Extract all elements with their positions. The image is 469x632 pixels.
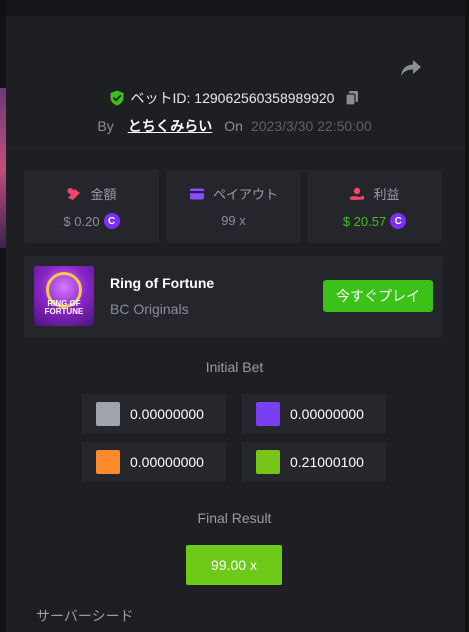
initial-bet-value: 0.00000000 xyxy=(130,454,204,470)
game-thumbnail-text: RING OF FORTUNE xyxy=(44,299,84,316)
game-thumbnail[interactable]: RING OF FORTUNE xyxy=(34,266,94,326)
initial-bet-value: 0.00000000 xyxy=(290,406,364,422)
payout-card-icon xyxy=(189,188,204,199)
coin-icon: C xyxy=(390,213,407,229)
username-link[interactable]: とちくみらい xyxy=(128,116,213,136)
initial-bet-cell: 0.00000000 xyxy=(82,394,226,434)
divider xyxy=(6,148,465,149)
share-icon[interactable] xyxy=(399,58,423,78)
by-label: By xyxy=(97,118,114,134)
server-seed-label: サーバーシード xyxy=(36,608,134,624)
bet-id-row: ベットID: 129062560358989920 xyxy=(0,88,469,108)
game-title[interactable]: Ring of Fortune xyxy=(110,275,214,291)
initial-bet-value: 0.00000000 xyxy=(130,406,204,422)
stat-payout-value: 99 x xyxy=(221,213,246,228)
stat-payout-label: ペイアウト xyxy=(212,187,278,202)
stat-payout: ペイアウト 99 x xyxy=(166,170,301,243)
stat-profit-label: 利益 xyxy=(373,187,400,202)
initial-bet-cell: 0.00000000 xyxy=(82,442,226,482)
initial-bet-cell: 0.21000100 xyxy=(242,442,386,482)
on-label: On xyxy=(224,118,243,134)
game-card: RING OF FORTUNE Ring of Fortune BC Origi… xyxy=(24,256,443,338)
bet-color-swatch xyxy=(256,450,280,474)
final-result-badge: 99.00 x xyxy=(186,545,282,585)
bet-id-label: ベットID: 129062560358989920 xyxy=(130,90,335,106)
coin-icon: C xyxy=(103,213,120,229)
bet-color-swatch xyxy=(256,402,280,426)
game-provider: BC Originals xyxy=(110,301,189,317)
initial-bet-title: Initial Bet xyxy=(205,359,264,375)
bet-datetime: 2023/3/30 22:50:00 xyxy=(250,118,372,134)
final-result-title: Final Result xyxy=(197,510,272,526)
stat-amount-value: $ 0.20 xyxy=(63,213,100,229)
panel-top-bar xyxy=(6,0,465,16)
profit-hand-icon xyxy=(350,187,365,200)
bet-amount-icon xyxy=(67,187,81,200)
play-now-button[interactable]: 今すぐプレイ xyxy=(323,280,433,312)
author-row: By とちくみらい On 2023/3/30 22:50:00 xyxy=(0,116,469,136)
verified-shield-icon xyxy=(110,90,124,106)
initial-bet-value: 0.21000100 xyxy=(290,454,364,470)
bet-color-swatch xyxy=(96,402,120,426)
initial-bet-cell: 0.00000000 xyxy=(242,394,386,434)
stat-amount: 金額 $ 0.20 C xyxy=(24,170,159,243)
stat-profit-value: $ 20.57 xyxy=(342,213,387,229)
bet-color-swatch xyxy=(96,450,120,474)
stat-amount-label: 金額 xyxy=(90,187,117,202)
stat-profit: 利益 $ 20.57 C xyxy=(307,170,442,243)
copy-icon[interactable] xyxy=(344,90,360,106)
